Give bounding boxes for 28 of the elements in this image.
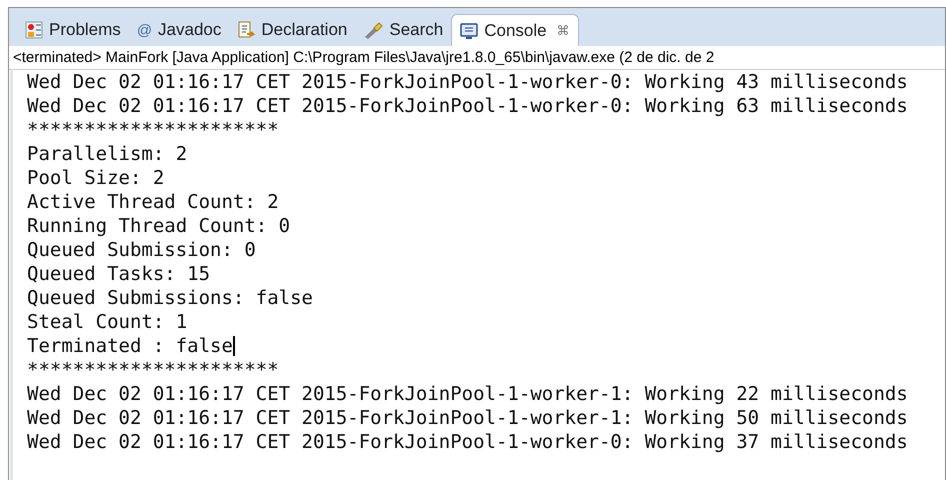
at-sign-icon: @ <box>136 22 152 38</box>
console-line: Wed Dec 02 01:16:17 CET 2015-ForkJoinPool-1-worker-0: Working 43 milliseconds <box>27 70 908 94</box>
console-line: Queued Submissions: false <box>27 286 313 310</box>
console-line: Running Thread Count: 0 <box>27 214 290 238</box>
console-line: Pool Size: 2 <box>27 166 164 190</box>
view-tab[interactable]: @ Javadoc <box>128 14 230 46</box>
console-line: Active Thread Count: 2 <box>27 190 279 214</box>
console-line: Wed Dec 02 01:16:17 CET 2015-ForkJoinPool-1-worker-1: Working 22 milliseconds <box>27 382 908 406</box>
view-tab[interactable]: Console ⌘ <box>451 14 579 46</box>
close-icon[interactable]: ⌘ <box>556 20 570 40</box>
view-tab[interactable]: Search <box>355 14 452 46</box>
view-tab[interactable]: Declaration <box>229 14 356 46</box>
warning-list-icon <box>25 21 43 39</box>
console-line: ********************** <box>27 118 279 142</box>
console-line: Steal Count: 1 <box>27 310 188 334</box>
flashlight-icon <box>363 21 384 39</box>
console-line: Wed Dec 02 01:16:17 CET 2015-ForkJoinPool-1-worker-1: Working 50 milliseconds <box>27 406 908 430</box>
console-header: <terminated> MainFork [Java Application] C:\Program Files\Java\jre1.8.0_65\bin\javaw.exe (2 de dic. de 2 <box>9 46 945 70</box>
console-line: Terminated : false <box>27 334 233 358</box>
console-line: Wed Dec 02 01:16:17 CET 2015-ForkJoinPool-1-worker-0: Working 37 milliseconds <box>27 430 908 454</box>
document-arrow-icon <box>237 21 256 39</box>
console-line: Queued Submission: 0 <box>27 238 256 262</box>
console-line: Parallelism: 2 <box>27 142 188 166</box>
monitor-icon <box>460 22 478 40</box>
console-line: Queued Tasks: 15 <box>27 262 210 286</box>
console-line: ********************** <box>27 358 279 382</box>
view-tab[interactable]: Problems <box>17 14 129 46</box>
console-line: Wed Dec 02 01:16:17 CET 2015-ForkJoinPool-1-worker-0: Working 63 milliseconds <box>27 94 908 118</box>
